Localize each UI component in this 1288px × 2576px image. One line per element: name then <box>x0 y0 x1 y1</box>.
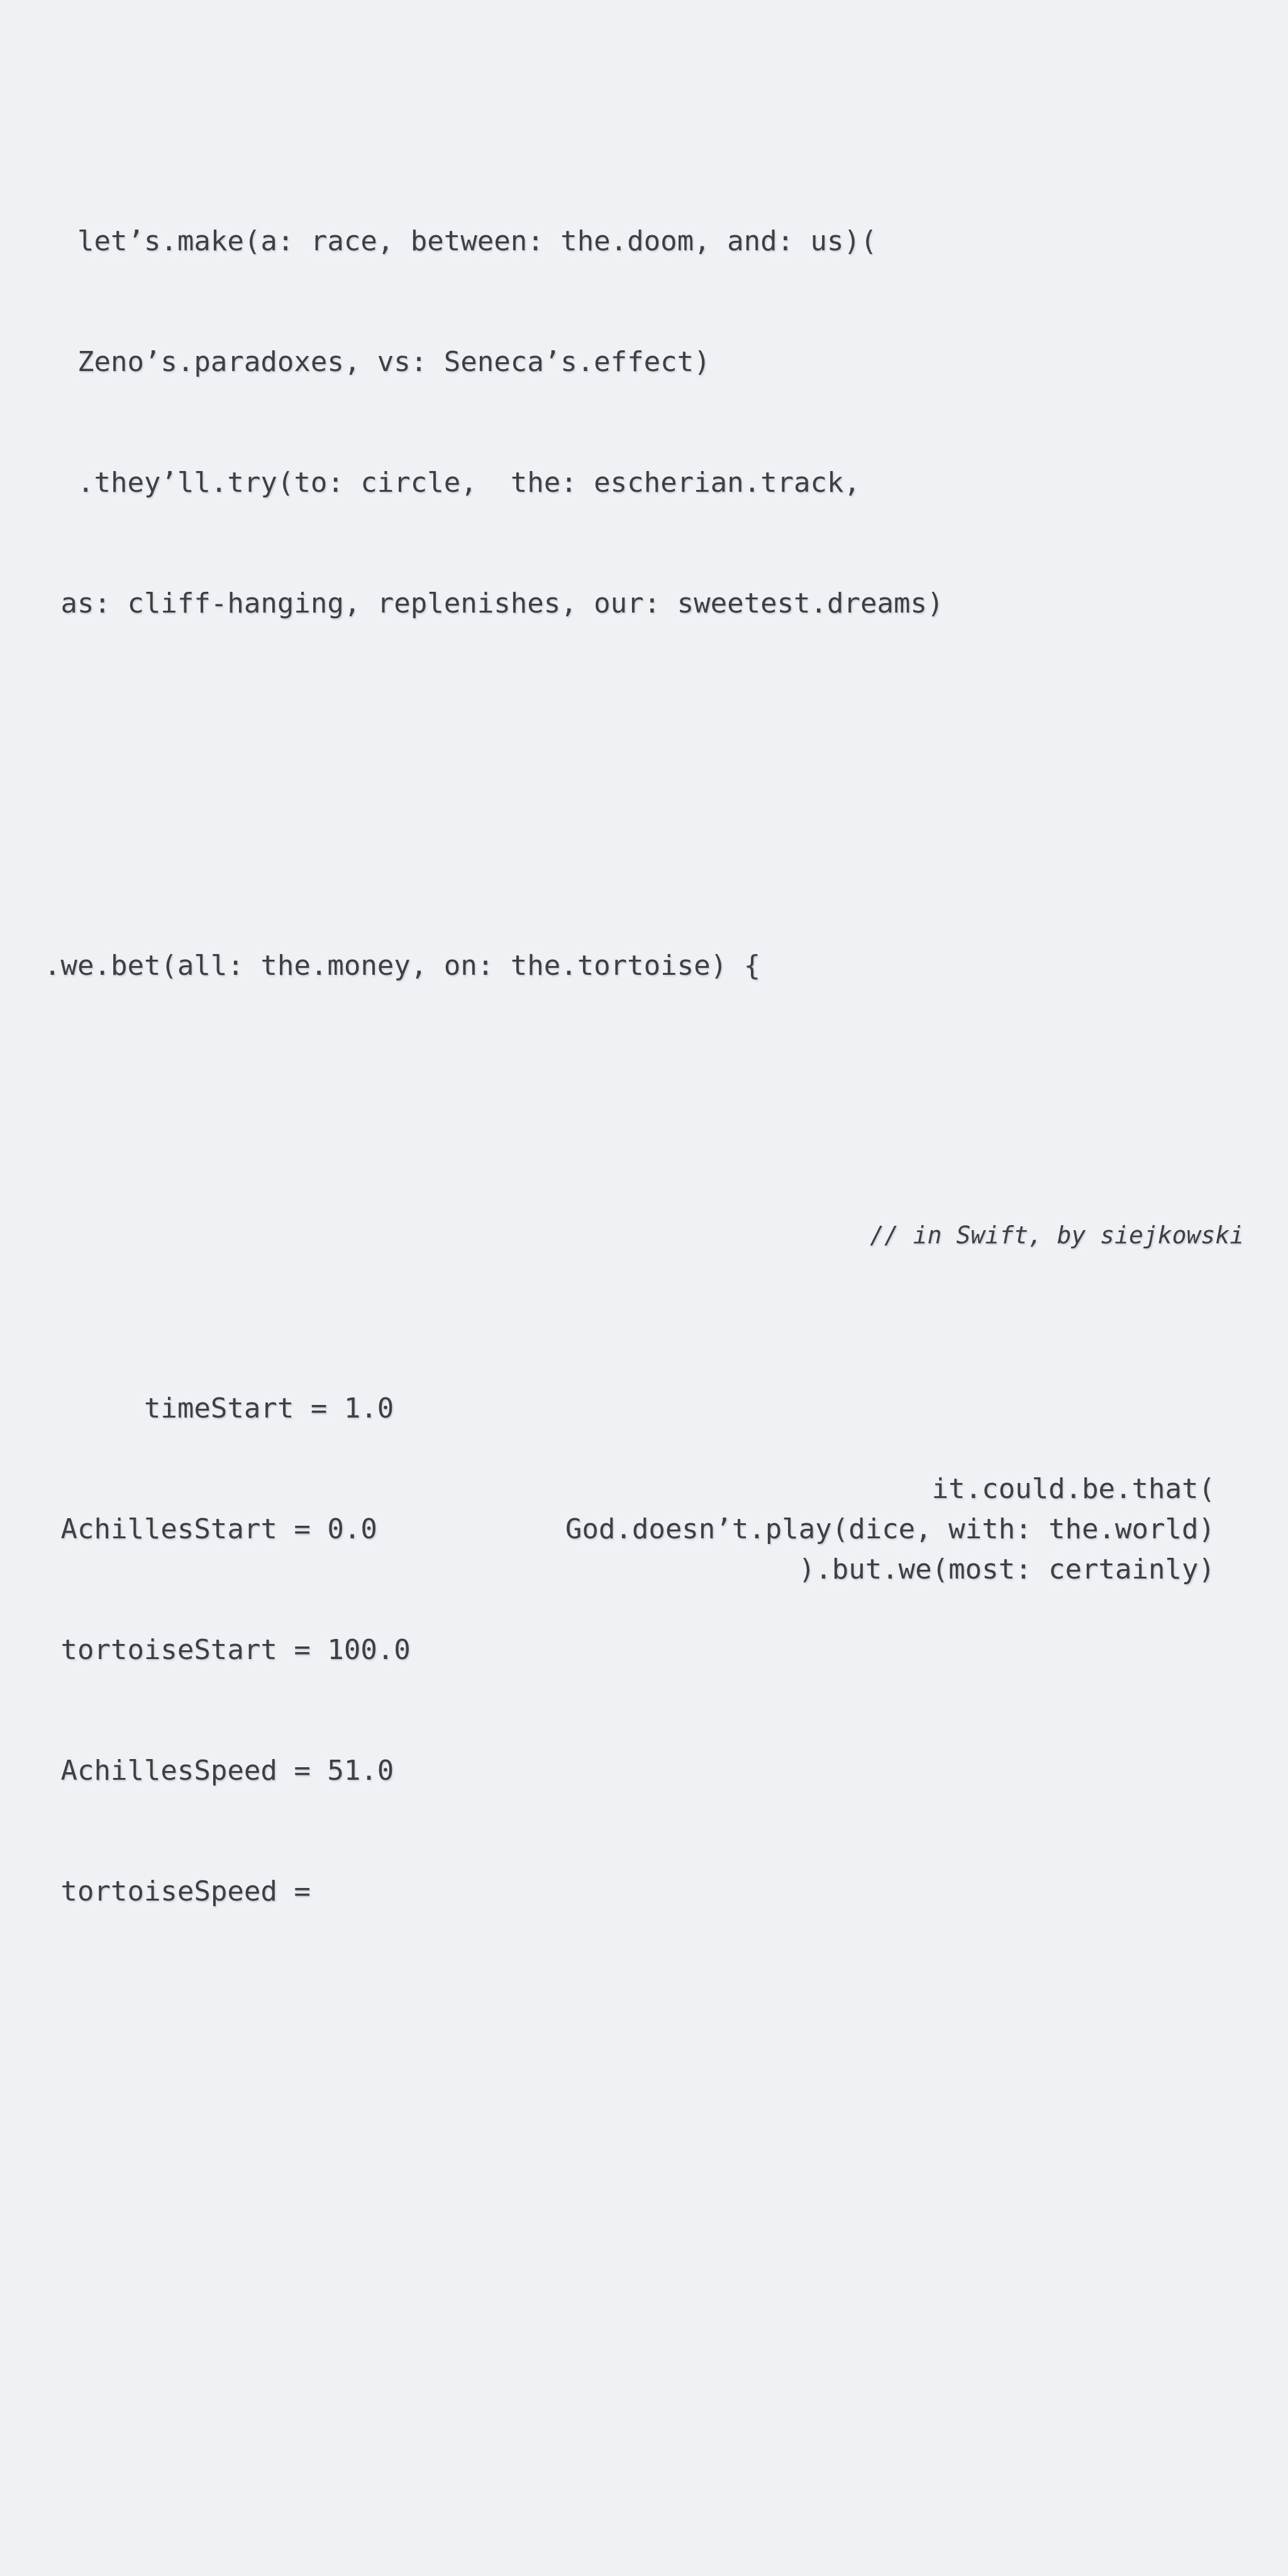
poem-blank-line-2 <box>44 1107 1244 1147</box>
code-poem-body: let’s.make(a: race, between: the.doom, a… <box>44 60 1244 2576</box>
poem-line-opening-4: as: cliff-hanging, replenishes, our: swe… <box>44 587 944 619</box>
poem-declarations-group: timeStart = 1.0 AchillesStart = 0.0 tort… <box>44 1308 1244 2153</box>
author-signature: // in Swift, by siejkowski <box>870 1221 1244 1249</box>
poem-line-decl-timestart: timeStart = 1.0 <box>44 1392 394 1424</box>
poem-blank-line-1 <box>44 745 1244 785</box>
poem-line-decl-achillesspeed: AchillesSpeed = 51.0 <box>44 1755 394 1787</box>
code-poem-page: let’s.make(a: race, between: the.doom, a… <box>0 0 1288 1907</box>
poem-blank-line-4 <box>44 2395 1244 2435</box>
poem-aside-line-2: God.doesn’t.play(dice, with: the.world) <box>565 1513 1215 1545</box>
poem-aside-line-1: it.could.be.that( <box>931 1473 1215 1505</box>
poem-blank-line-3 <box>44 2274 1244 2314</box>
poem-line-opening-2: Zeno’s.paradoxes, vs: Seneca’s.effect) <box>44 346 711 378</box>
poem-aside-line-3: ).but.we(most: certainly) <box>798 1553 1215 1585</box>
poem-line-opening-1: let’s.make(a: race, between: the.doom, a… <box>44 225 877 257</box>
poem-line-opening-3: .they’ll.try(to: circle, the: escherian.… <box>44 467 861 499</box>
poem-line-decl-tortoisespeed: tortoiseSpeed = <box>44 1875 311 1907</box>
poem-line-bet: .we.bet(all: the.money, on: the.tortoise… <box>44 950 761 982</box>
poem-line-decl-tortoisestart: tortoiseStart = 100.0 <box>44 1634 411 1666</box>
